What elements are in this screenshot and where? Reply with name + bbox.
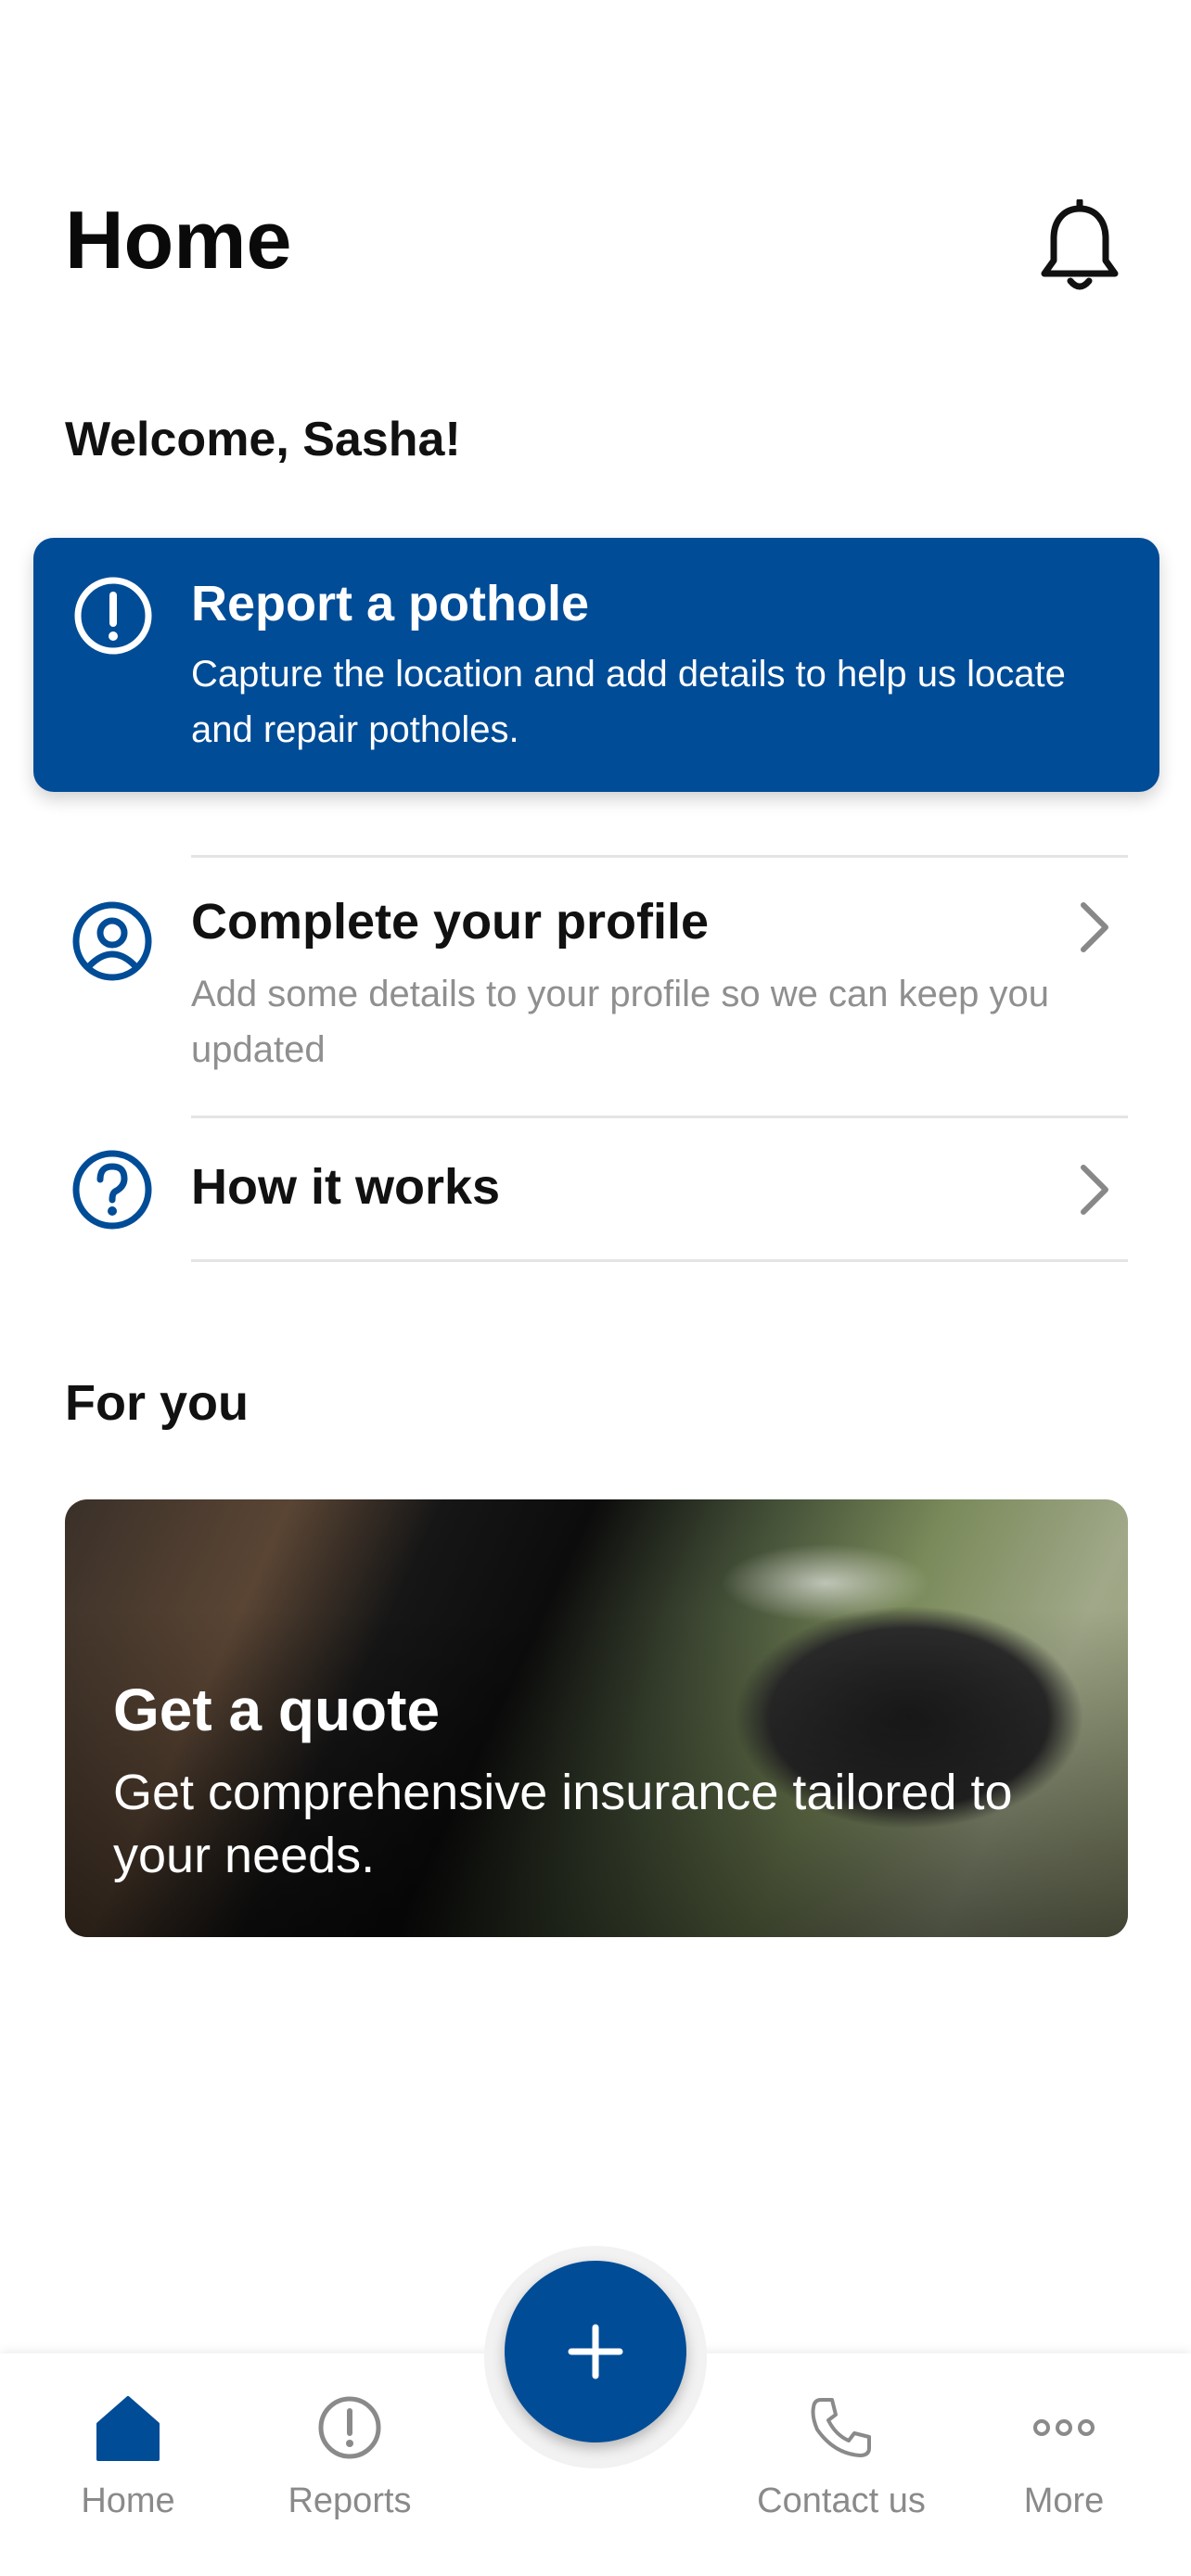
- tab-label: Home: [81, 2481, 175, 2520]
- section-heading: For you: [65, 1375, 249, 1431]
- help-icon: [70, 1148, 154, 1231]
- row-subtitle: Add some details to your profile so we c…: [191, 974, 1049, 1070]
- alert-circle-icon: [318, 2396, 381, 2459]
- row-title: How it works: [191, 1159, 501, 1215]
- card-description: Get comprehensive insurance tailored to …: [113, 1765, 1013, 1883]
- welcome-text: Welcome, Sasha!: [65, 413, 461, 466]
- banner-title: Report a pothole: [191, 576, 589, 631]
- row-title: Complete your profile: [191, 894, 710, 950]
- profile-icon: [70, 899, 154, 983]
- tab-label: More: [1023, 2481, 1105, 2520]
- home-icon: [96, 2396, 160, 2461]
- card-title: Get a quote: [113, 1677, 441, 1743]
- tab-reports[interactable]: Reports: [243, 2392, 456, 2521]
- tab-label: Reports: [288, 2481, 412, 2520]
- phone-icon: [811, 2398, 871, 2457]
- chevron-right-icon: [1076, 1162, 1113, 1218]
- chevron-right-icon: [1076, 899, 1113, 955]
- list-item-how-it-works[interactable]: How it works: [0, 1118, 1191, 1259]
- report-pothole-banner[interactable]: Report a pothole Capture the location an…: [33, 538, 1159, 792]
- banner-description: Capture the location and add details to …: [191, 654, 1066, 750]
- list-item-complete-profile[interactable]: Complete your profile Add some details t…: [0, 858, 1191, 1116]
- tab-contact-us[interactable]: Contact us: [735, 2392, 948, 2521]
- add-report-button[interactable]: [505, 2261, 686, 2442]
- divider: [191, 1259, 1128, 1262]
- page-title: Home: [65, 194, 292, 286]
- alert-circle-icon: [72, 575, 154, 657]
- get-quote-card[interactable]: Get a quote Get comprehensive insurance …: [65, 1499, 1128, 1937]
- tab-label: Contact us: [757, 2481, 926, 2520]
- tab-more[interactable]: More: [957, 2392, 1171, 2521]
- plus-icon: [568, 2324, 623, 2379]
- more-icon: [1033, 2419, 1095, 2436]
- bell-icon[interactable]: [1037, 198, 1122, 296]
- tab-home[interactable]: Home: [21, 2392, 235, 2521]
